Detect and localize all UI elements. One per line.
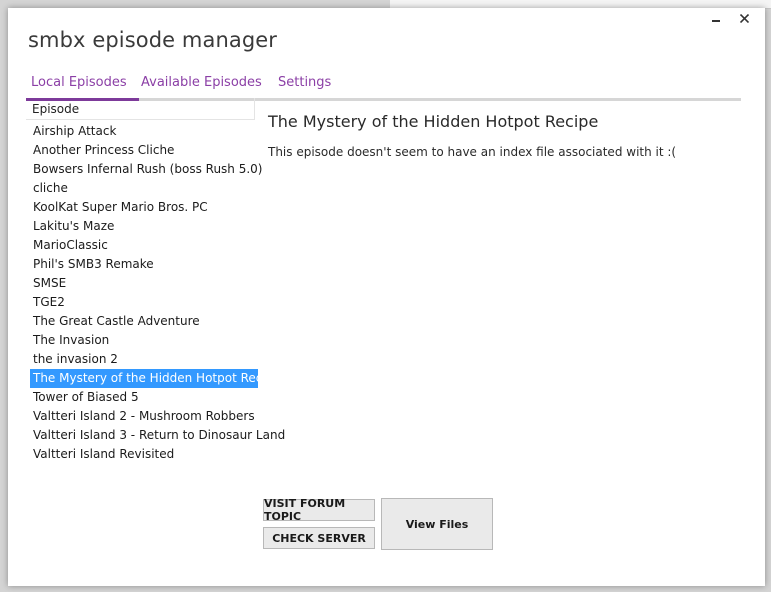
episode-list-item[interactable]: Tower of Biased 5 (26, 388, 258, 407)
episode-list: Episode Airship Attack Another Princess C… (26, 98, 285, 468)
episode-list-item[interactable]: The Great Castle Adventure (26, 312, 258, 331)
visit-forum-topic-button[interactable]: VISIT FORUM TOPIC (263, 497, 375, 523)
episode-list-item[interactable]: Bowsers Infernal Rush (boss Rush 5.0) (26, 160, 262, 179)
episode-list-item[interactable]: SMSE (26, 274, 258, 293)
tab-bar: Local Episodes Available Episodes Settin… (26, 72, 741, 101)
episode-list-item[interactable]: the invasion 2 (26, 350, 258, 369)
episode-list-item[interactable]: Airship Attack (26, 122, 258, 141)
tab-local-episodes[interactable]: Local Episodes (26, 74, 139, 95)
episode-list-item[interactable]: The Mystery of the Hidden Hotpot Recipe (30, 369, 281, 388)
episode-list-item[interactable]: cliche (26, 179, 258, 198)
close-icon (739, 13, 749, 23)
episode-detail-message: This episode doesn't seem to have an ind… (268, 145, 677, 159)
tab-settings[interactable]: Settings (273, 74, 336, 95)
episode-detail: The Mystery of the Hidden Hotpot Recipe … (268, 112, 748, 159)
episode-list-item[interactable]: KoolKat Super Mario Bros. PC (26, 198, 258, 217)
episode-list-item[interactable]: Another Princess Cliche (26, 141, 258, 160)
minimize-button[interactable] (709, 10, 723, 26)
app-title: smbx episode manager (28, 28, 278, 52)
check-server-button[interactable]: CHECK SERVER (263, 527, 375, 549)
episode-column-header[interactable]: Episode (26, 98, 255, 120)
episode-list-item[interactable]: TGE2 (26, 293, 258, 312)
episode-list-item[interactable]: Valtteri Island 3 - Return to Dinosaur L… (26, 426, 285, 445)
app-window: smbx episode manager Local Episodes Avai… (8, 8, 765, 586)
episode-list-item[interactable]: MarioClassic (26, 236, 258, 255)
episode-list-item[interactable]: Phil's SMB3 Remake (26, 255, 258, 274)
episode-list-items: Airship Attack Another Princess Cliche Bow… (26, 122, 285, 464)
episode-list-item[interactable]: Lakitu's Maze (26, 217, 258, 236)
close-button[interactable] (737, 10, 751, 26)
window-controls (709, 10, 751, 26)
tab-available-episodes[interactable]: Available Episodes (136, 74, 267, 95)
episode-list-item[interactable]: Valtteri Island 2 - Mushroom Robbers (26, 407, 258, 426)
episode-list-item[interactable]: Valtteri Island Revisited (26, 445, 258, 464)
minimize-icon (712, 20, 720, 22)
view-files-button[interactable]: View Files (381, 498, 493, 550)
episode-list-item[interactable]: The Invasion (26, 331, 258, 350)
episode-detail-title: The Mystery of the Hidden Hotpot Recipe (268, 112, 599, 131)
